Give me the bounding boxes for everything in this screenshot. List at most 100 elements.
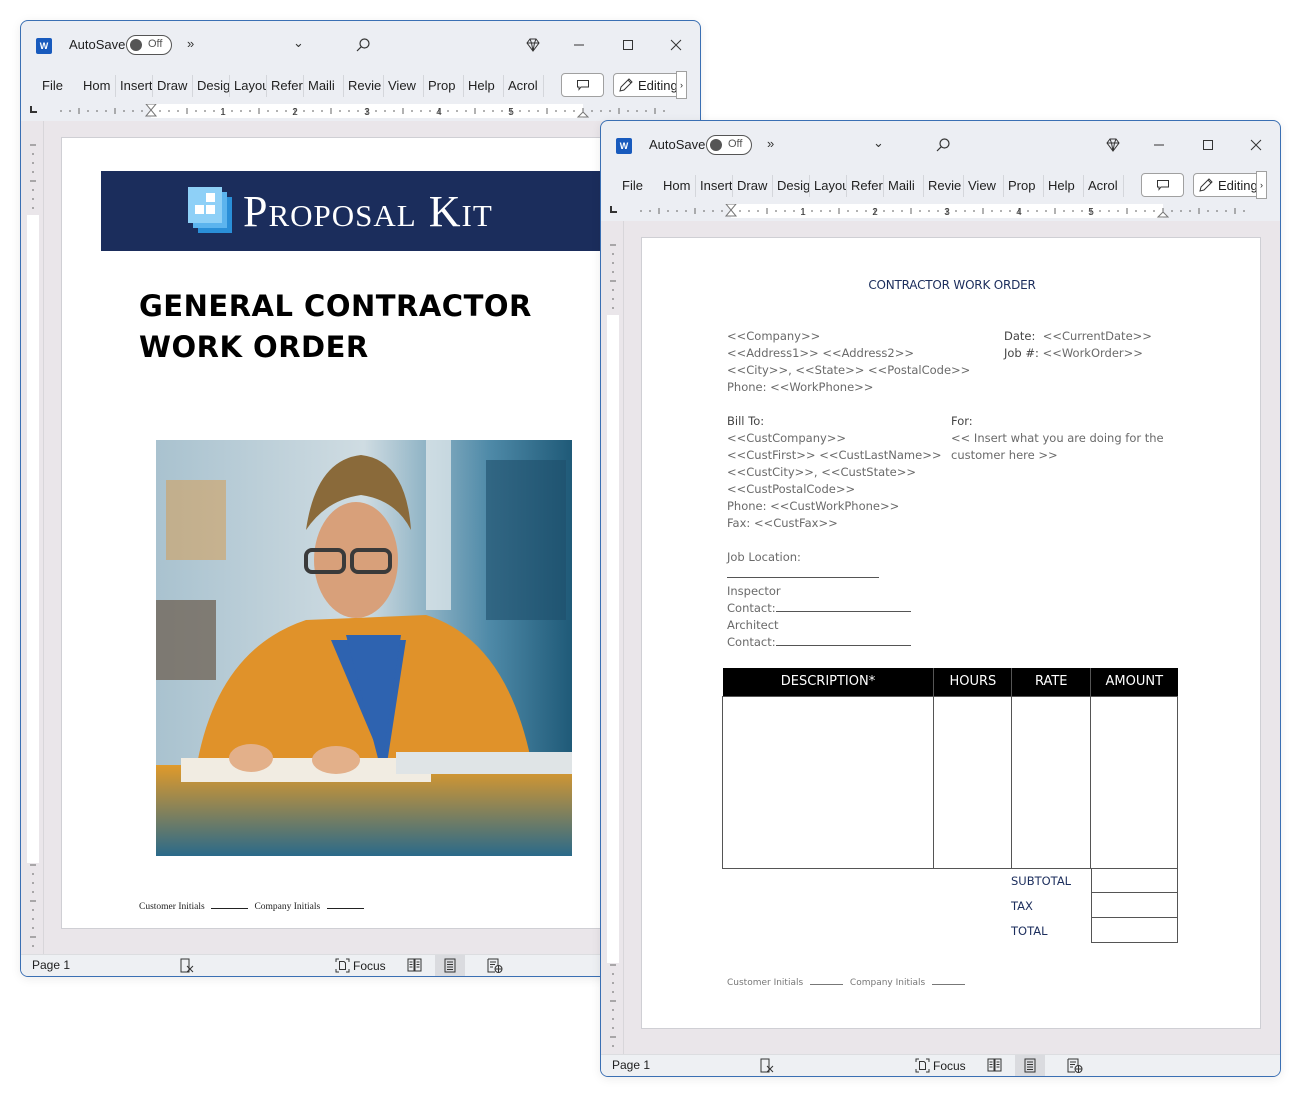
tab-stop-selector[interactable] — [30, 106, 37, 113]
total-field[interactable] — [1091, 918, 1178, 943]
company-initials-field[interactable] — [932, 984, 966, 985]
chevron-down-icon[interactable]: ⌄ — [293, 35, 304, 51]
horizontal-ruler[interactable]: 1 2 3 4 5 — [631, 204, 1251, 218]
rate-cell[interactable] — [1011, 695, 1092, 869]
tab-view[interactable]: View — [384, 75, 424, 97]
company-line: <<Company>> — [727, 329, 821, 343]
minimize-button[interactable] — [569, 35, 589, 55]
vertical-ruler-text-area — [607, 315, 619, 963]
page-number[interactable]: Page 1 — [612, 1058, 650, 1072]
inspector-label: Inspector — [727, 584, 781, 598]
ruler-divider — [623, 221, 624, 1054]
print-layout-icon[interactable] — [1015, 1055, 1045, 1076]
tab-acrobat[interactable]: Acrol — [1084, 175, 1124, 197]
total-row: TOTAL — [1011, 918, 1178, 943]
tab-layout[interactable]: Layou — [810, 175, 847, 197]
title-bar: W AutoSave Off » ⌄ — [21, 21, 700, 71]
tab-draw[interactable]: Draw — [733, 175, 773, 197]
diamond-icon[interactable] — [523, 35, 543, 55]
autosave-toggle[interactable]: Off — [126, 35, 172, 55]
more-commands-button[interactable]: » — [187, 36, 194, 51]
document-page[interactable]: CONTRACTOR WORK ORDER <<Company>> <<Addr… — [641, 237, 1261, 1029]
ruler-number: 2 — [292, 107, 298, 118]
tab-properties[interactable]: Prop — [1004, 175, 1044, 197]
page-number[interactable]: Page 1 — [32, 958, 70, 972]
tab-mailings[interactable]: Maili — [884, 175, 924, 197]
company-initials-field[interactable] — [326, 908, 364, 909]
job-number-value: <<WorkOrder>> — [1042, 346, 1143, 360]
tab-file[interactable]: File — [613, 175, 659, 197]
tab-review[interactable]: Revie — [344, 75, 384, 97]
autosave-toggle[interactable]: Off — [706, 135, 752, 155]
ribbon-scroll-right-button[interactable]: › — [676, 71, 687, 99]
comments-button[interactable] — [561, 73, 604, 97]
close-button[interactable] — [666, 35, 686, 55]
chevron-down-icon[interactable]: ⌄ — [873, 135, 884, 151]
ruler-ticks: 1 2 3 4 5 — [60, 104, 665, 118]
tab-layout[interactable]: Layou — [230, 75, 267, 97]
more-commands-button[interactable]: » — [767, 136, 774, 151]
tab-file[interactable]: File — [33, 75, 79, 97]
tab-mailings[interactable]: Maili — [304, 75, 344, 97]
inspector-contact-field[interactable] — [775, 600, 911, 612]
vertical-ruler[interactable]: 12345678 — [27, 125, 39, 954]
customer-initials-field[interactable] — [810, 984, 844, 985]
document-page[interactable]: Proposal Kit GENERAL CONTRACTOR WORK ORD… — [61, 137, 681, 929]
vertical-ruler[interactable]: 12345678 — [607, 225, 619, 1054]
tab-acrobat[interactable]: Acrol — [504, 75, 544, 97]
tab-help[interactable]: Help — [1044, 175, 1084, 197]
tab-help[interactable]: Help — [464, 75, 504, 97]
focus-mode-button[interactable]: Focus — [915, 1058, 966, 1073]
diamond-icon[interactable] — [1103, 135, 1123, 155]
architect-contact-field[interactable] — [775, 634, 911, 646]
ruler-number: 1 — [800, 207, 806, 218]
proofing-icon[interactable] — [179, 958, 195, 976]
subtotal-field[interactable] — [1091, 868, 1178, 893]
customer-initials-field[interactable] — [211, 908, 249, 909]
amount-cell[interactable] — [1090, 695, 1178, 869]
tab-design[interactable]: Desig — [773, 175, 810, 197]
read-mode-icon[interactable] — [407, 958, 422, 975]
search-icon[interactable] — [933, 135, 953, 155]
focus-label: Focus — [933, 1058, 966, 1073]
comments-button[interactable] — [1141, 173, 1184, 197]
job-location-field[interactable] — [727, 566, 879, 578]
maximize-button[interactable] — [1198, 135, 1218, 155]
tab-design[interactable]: Desig — [193, 75, 230, 97]
close-button[interactable] — [1246, 135, 1266, 155]
focus-mode-button[interactable]: Focus — [335, 958, 386, 973]
description-cell[interactable] — [721, 695, 935, 869]
search-icon[interactable] — [353, 35, 373, 55]
word-app-icon: W — [36, 38, 55, 54]
tab-references[interactable]: Refer — [847, 175, 884, 197]
print-layout-icon[interactable] — [435, 955, 465, 976]
autosave-state: Off — [148, 38, 163, 50]
tax-field[interactable] — [1091, 893, 1178, 918]
tab-insert[interactable]: Insert — [696, 175, 733, 197]
autosave-label: AutoSave — [649, 137, 706, 152]
web-layout-icon[interactable] — [1067, 1058, 1083, 1076]
maximize-button[interactable] — [618, 35, 638, 55]
horizontal-ruler[interactable]: 1 2 3 4 5 — [51, 104, 671, 118]
proofing-icon[interactable] — [759, 1058, 775, 1076]
line-items-table: DESCRIPTION* HOURS RATE AMOUNT — [721, 668, 1178, 869]
tab-references[interactable]: Refer — [267, 75, 304, 97]
tab-stop-selector[interactable] — [610, 206, 617, 213]
tab-draw[interactable]: Draw — [153, 75, 193, 97]
tab-properties[interactable]: Prop — [424, 75, 464, 97]
web-layout-icon[interactable] — [487, 958, 503, 976]
tab-home[interactable]: Hom — [79, 75, 116, 97]
tab-review[interactable]: Revie — [924, 175, 964, 197]
read-mode-icon[interactable] — [987, 1058, 1002, 1075]
tab-home[interactable]: Hom — [659, 175, 696, 197]
date-label: Date: — [1004, 329, 1036, 343]
tab-view[interactable]: View — [964, 175, 1004, 197]
for-label: For: — [951, 414, 973, 428]
word-window-work-order: W AutoSave Off » ⌄ File Hom Insert Draw — [600, 120, 1281, 1077]
for-line: << Insert what you are doing for the — [951, 431, 1164, 445]
toggle-knob — [130, 39, 142, 51]
minimize-button[interactable] — [1149, 135, 1169, 155]
hours-cell[interactable] — [933, 695, 1013, 869]
tab-insert[interactable]: Insert — [116, 75, 153, 97]
ribbon-scroll-right-button[interactable]: › — [1256, 171, 1267, 199]
